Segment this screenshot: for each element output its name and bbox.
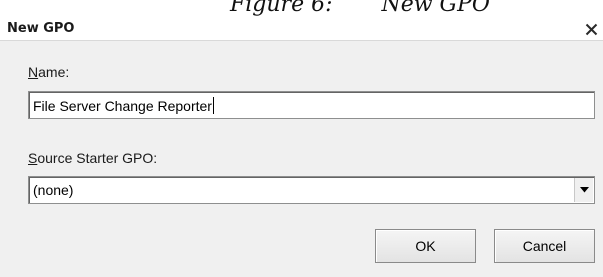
figure-caption-text: Figure 6: New GPO xyxy=(230,0,490,17)
cancel-button[interactable]: Cancel xyxy=(494,229,595,263)
source-label-rest: ource Starter GPO: xyxy=(37,150,158,166)
source-starter-gpo-label: Source Starter GPO: xyxy=(28,150,157,166)
name-input-text: File Server Change Reporter xyxy=(33,98,212,114)
name-label-accel: N xyxy=(28,64,39,80)
dialog-title: New GPO xyxy=(7,21,75,36)
new-gpo-dialog: New GPO Name: File Server Change Reporte… xyxy=(0,18,603,277)
close-x-icon xyxy=(585,23,598,35)
title-bar: New GPO xyxy=(0,18,603,41)
figure-caption: Figure 6: New GPO xyxy=(0,0,603,18)
ok-button[interactable]: OK xyxy=(375,229,476,263)
name-label-rest: ame: xyxy=(38,64,70,80)
text-caret xyxy=(212,97,214,114)
name-input-value: File Server Change Reporter xyxy=(33,97,214,114)
name-input[interactable]: File Server Change Reporter xyxy=(28,91,595,119)
dropdown-arrow-icon xyxy=(579,187,589,193)
dropdown-arrow-button[interactable] xyxy=(574,178,593,202)
name-label: Name: xyxy=(28,64,69,80)
source-starter-gpo-value: (none) xyxy=(33,182,74,198)
source-label-accel: S xyxy=(28,150,38,166)
close-button[interactable] xyxy=(582,20,601,38)
source-starter-gpo-select[interactable]: (none) xyxy=(28,176,595,204)
